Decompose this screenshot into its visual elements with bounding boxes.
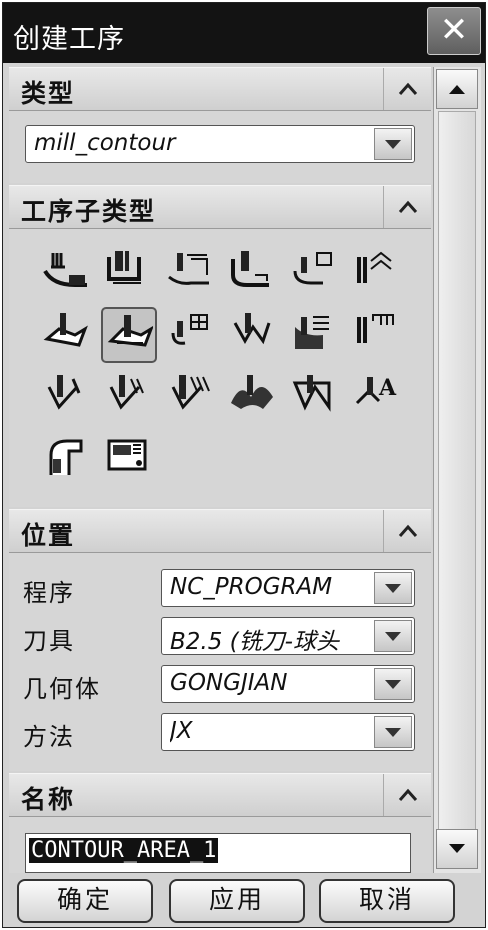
cavity-mill-icon[interactable] bbox=[39, 245, 95, 301]
collapse-chevron-up-icon[interactable] bbox=[383, 510, 431, 552]
close-button[interactable]: ✕ bbox=[427, 7, 481, 55]
section-label-type: 类型 bbox=[21, 79, 76, 108]
collapse-chevron-up-icon[interactable] bbox=[383, 68, 431, 110]
contour-area-non-steep-icon[interactable] bbox=[287, 307, 343, 363]
zlevel-profile-icon[interactable] bbox=[287, 245, 343, 301]
name-input[interactable]: CONTOUR_AREA_1 bbox=[25, 833, 411, 873]
scrollbar-thumb[interactable] bbox=[438, 111, 476, 865]
ok-button[interactable]: 确定 bbox=[17, 879, 153, 923]
contour-text-icon[interactable]: A bbox=[349, 369, 405, 425]
scroll-down-arrow-icon[interactable] bbox=[436, 829, 478, 869]
program-label: 程序 bbox=[23, 579, 75, 607]
vertical-scrollbar[interactable] bbox=[433, 67, 481, 873]
dialog-content: 类型 mill_contour 工序子类型 A 位置 程序 NC_PROGRAM… bbox=[9, 67, 431, 873]
solid-profile-3d-icon[interactable] bbox=[225, 369, 281, 425]
collapse-chevron-up-icon[interactable] bbox=[383, 774, 431, 816]
program-value: NC_PROGRAM bbox=[170, 574, 333, 600]
chevron-down-icon[interactable] bbox=[374, 668, 412, 700]
fixed-contour-icon[interactable] bbox=[39, 307, 95, 363]
collapse-chevron-up-icon[interactable] bbox=[383, 186, 431, 228]
chevron-down-icon[interactable] bbox=[374, 572, 412, 604]
apply-button[interactable]: 应用 bbox=[169, 879, 305, 923]
chevron-down-icon[interactable] bbox=[374, 620, 412, 652]
method-value: JX bbox=[170, 718, 193, 744]
contour-area-dir-steep-icon[interactable] bbox=[349, 307, 405, 363]
section-body-subtype: A bbox=[9, 229, 431, 507]
flowcut-multiple-icon[interactable] bbox=[101, 369, 157, 425]
corner-rough-icon[interactable] bbox=[163, 245, 219, 301]
mill-user-icon[interactable] bbox=[39, 431, 95, 487]
section-body-name: CONTOUR_AREA_1 bbox=[9, 817, 431, 873]
section-header-name[interactable]: 名称 bbox=[9, 773, 431, 817]
method-label: 方法 bbox=[23, 723, 75, 751]
rest-milling-icon[interactable] bbox=[225, 245, 281, 301]
name-input-value: CONTOUR_AREA_1 bbox=[29, 838, 219, 863]
create-operation-dialog: 创建工序 ✕ 类型 mill_contour 工序子类型 A 位置 程序 NC_… bbox=[2, 2, 486, 928]
geometry-value: GONGJIAN bbox=[170, 670, 288, 696]
type-dropdown[interactable]: mill_contour bbox=[25, 125, 415, 163]
tool-value: B2.5 (铣刀-球头 bbox=[170, 629, 339, 655]
section-body-location: 程序 NC_PROGRAM 刀具 B2.5 (铣刀-球头 几何体 GONGJIA… bbox=[9, 553, 431, 771]
title-bar[interactable]: 创建工序 ✕ bbox=[3, 3, 485, 63]
scroll-up-arrow-icon[interactable] bbox=[436, 69, 478, 109]
contour-surface-area-icon[interactable] bbox=[163, 307, 219, 363]
mill-control-icon[interactable] bbox=[101, 431, 157, 487]
geometry-label: 几何体 bbox=[23, 675, 101, 703]
svg-text:A: A bbox=[378, 375, 397, 401]
dialog-title: 创建工序 bbox=[13, 24, 125, 55]
section-header-subtype[interactable]: 工序子类型 bbox=[9, 185, 431, 229]
section-header-type[interactable]: 类型 bbox=[9, 67, 431, 111]
program-dropdown[interactable]: NC_PROGRAM bbox=[161, 569, 415, 607]
plunge-milling-icon[interactable] bbox=[101, 245, 157, 301]
profile-3d-icon[interactable] bbox=[287, 369, 343, 425]
zlevel-corner-icon[interactable] bbox=[349, 245, 405, 301]
chevron-down-icon[interactable] bbox=[374, 128, 412, 160]
tool-label: 刀具 bbox=[23, 627, 75, 655]
method-dropdown[interactable]: JX bbox=[161, 713, 415, 751]
flowcut-single-icon[interactable] bbox=[39, 369, 95, 425]
section-header-location[interactable]: 位置 bbox=[9, 509, 431, 553]
section-label-location: 位置 bbox=[21, 521, 76, 550]
cancel-button[interactable]: 取消 bbox=[319, 879, 455, 923]
flowcut-ref-tool-icon[interactable] bbox=[163, 369, 219, 425]
type-dropdown-value: mill_contour bbox=[34, 130, 176, 156]
streamline-icon[interactable] bbox=[225, 307, 281, 363]
section-label-subtype: 工序子类型 bbox=[21, 197, 157, 226]
section-body-type: mill_contour bbox=[9, 111, 431, 183]
chevron-down-icon[interactable] bbox=[374, 716, 412, 748]
geometry-dropdown[interactable]: GONGJIAN bbox=[161, 665, 415, 703]
contour-area-icon[interactable] bbox=[101, 307, 157, 363]
tool-dropdown[interactable]: B2.5 (铣刀-球头 bbox=[161, 617, 415, 655]
section-label-name: 名称 bbox=[21, 785, 76, 814]
